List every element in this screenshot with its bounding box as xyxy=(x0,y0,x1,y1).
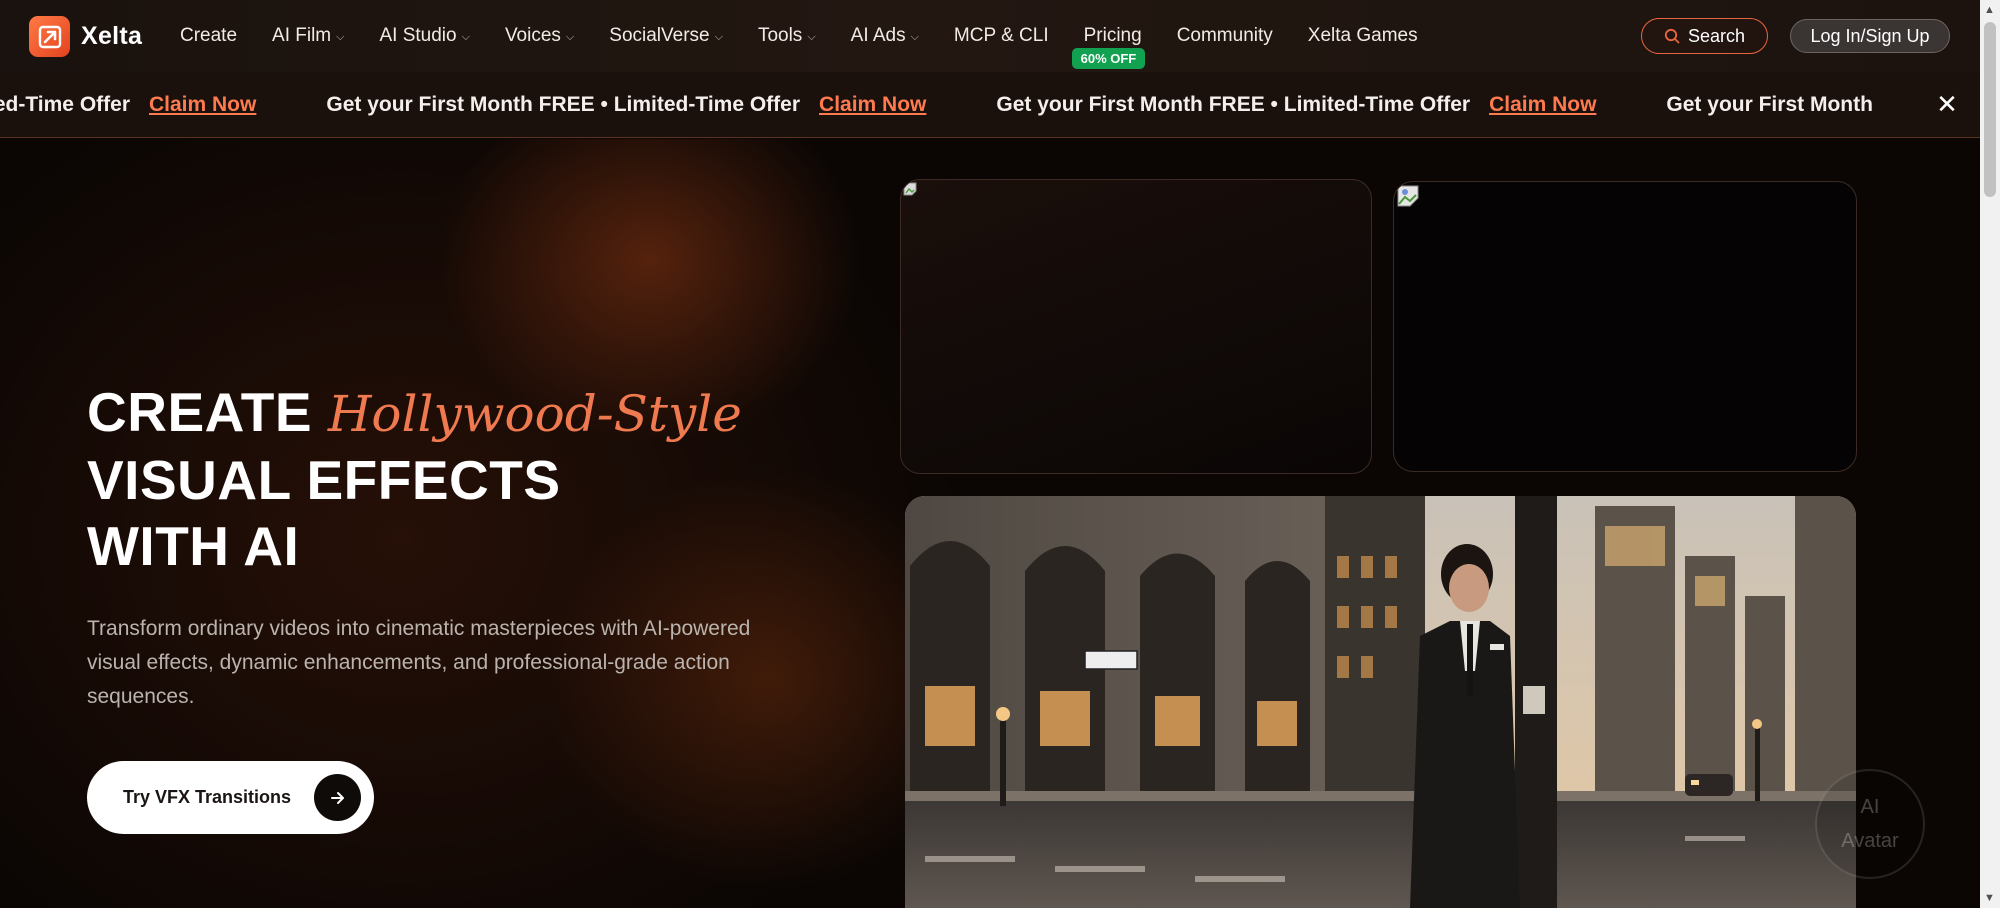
chevron-down-icon: ⌵ xyxy=(565,30,575,43)
chevron-down-icon: ⌵ xyxy=(336,30,345,43)
nav-item-pricing[interactable]: Pricing 60% OFF xyxy=(1071,0,1146,72)
nav-item-xelta-games[interactable]: Xelta Games xyxy=(1308,0,1418,72)
nav-item-mcp-cli[interactable]: MCP & CLI xyxy=(954,0,1049,72)
nav-item-ai-studio[interactable]: AI Studio ⌵ xyxy=(379,0,469,72)
nav-menu: Create AI Film ⌵ AI Studio ⌵ Voices ⌵ Socia… xyxy=(180,0,1453,72)
promo-segment: Get your First Month FREE • Limited-Time… xyxy=(326,93,927,117)
nav-item-ai-film[interactable]: AI Film ⌵ xyxy=(272,0,344,72)
hero-description: Transform ordinary videos into cinematic… xyxy=(87,617,751,708)
scroll-down-arrow-icon[interactable]: ▼ xyxy=(1984,892,1995,904)
nav-item-voices[interactable]: Voices ⌵ xyxy=(505,0,574,72)
headline-line-2: VISUAL EFFECTS xyxy=(87,449,561,511)
headline-line-3: WITH AI xyxy=(87,515,300,577)
city-street-scene xyxy=(905,496,1856,908)
broken-image-icon xyxy=(903,182,917,196)
headline-word: CREATE xyxy=(87,381,313,443)
chevron-down-icon: ⌵ xyxy=(807,30,816,43)
discount-badge: 60% OFF xyxy=(1071,48,1146,69)
promo-segment: n FREE • Limited-Time Offer Claim Now xyxy=(0,93,257,117)
try-vfx-transitions-button[interactable]: Try VFX Transitions xyxy=(87,761,374,834)
promo-segment: Get your First Month FREE • Limited-Time… xyxy=(996,93,1597,117)
claim-now-link[interactable]: Claim Now xyxy=(1489,93,1596,117)
nav-item-tools[interactable]: Tools ⌵ xyxy=(758,0,816,72)
cta-label: Try VFX Transitions xyxy=(123,787,292,807)
hero-section: CREATE Hollywood-Style VISUAL EFFECTS WI… xyxy=(0,139,1980,908)
claim-now-link[interactable]: Claim Now xyxy=(819,93,926,117)
chevron-down-icon: ⌵ xyxy=(461,30,470,43)
nav-item-ai-ads[interactable]: AI Ads ⌵ xyxy=(851,0,919,72)
xelta-logo-icon xyxy=(29,16,70,57)
top-nav: Xelta Create AI Film ⌵ AI Studio ⌵ Voices ⌵… xyxy=(0,0,1980,72)
arrow-right-icon xyxy=(314,774,361,821)
login-signup-button[interactable]: Log In/Sign Up xyxy=(1790,19,1950,53)
vertical-scrollbar[interactable]: ▲ ▼ xyxy=(1980,0,2000,908)
claim-now-link[interactable]: Claim Now xyxy=(149,93,256,117)
broken-image-icon xyxy=(1397,185,1419,207)
hero-headline: CREATE Hollywood-Style VISUAL EFFECTS WI… xyxy=(87,379,742,579)
nav-item-create[interactable]: Create xyxy=(180,0,237,72)
promo-banner: n FREE • Limited-Time Offer Claim Now Ge… xyxy=(0,72,1980,138)
nav-item-socialverse[interactable]: SocialVerse ⌵ xyxy=(609,0,723,72)
headline-italic: Hollywood-Style xyxy=(327,385,742,443)
promo-segment: Get your First Month xyxy=(1666,93,1873,116)
scroll-up-arrow-icon[interactable]: ▲ xyxy=(1984,4,1995,16)
brand-name: Xelta xyxy=(81,22,143,50)
scrollbar-thumb[interactable] xyxy=(1984,22,1996,197)
hero-image-city-street xyxy=(905,496,1856,908)
nav-item-community[interactable]: Community xyxy=(1177,0,1273,72)
search-button[interactable]: Search xyxy=(1641,18,1768,54)
media-card-video-2[interactable] xyxy=(1393,181,1857,472)
chevron-down-icon: ⌵ xyxy=(714,30,723,43)
ai-avatar-floating-button[interactable]: AI Avatar xyxy=(1815,769,1925,879)
promo-marquee: n FREE • Limited-Time Offer Claim Now Ge… xyxy=(0,72,1943,137)
chevron-down-icon: ⌵ xyxy=(910,30,919,43)
logo[interactable]: Xelta xyxy=(29,16,142,57)
close-icon[interactable]: ✕ xyxy=(1932,89,1962,119)
media-card-video-1[interactable] xyxy=(900,179,1372,474)
search-icon xyxy=(1664,28,1680,44)
